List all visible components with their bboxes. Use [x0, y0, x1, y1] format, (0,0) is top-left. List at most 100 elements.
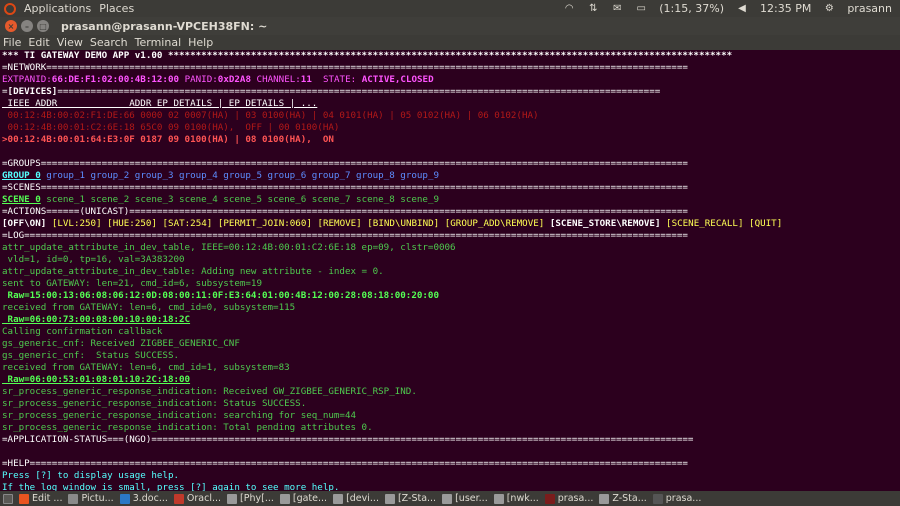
action-button[interactable]: [HUE:250]: [107, 218, 157, 229]
log-line: attr_update_attribute_in_dev_table, IEEE…: [2, 242, 456, 253]
taskbar-item[interactable]: [user...: [439, 493, 491, 504]
action-button[interactable]: [PERMIT_JOIN:060]: [218, 218, 312, 229]
device-row[interactable]: 00:12:4B:00:01:C2:6E:18 65C0 09 0100(HA)…: [2, 122, 900, 134]
gear-icon[interactable]: ⚙: [823, 3, 835, 14]
log-line: Raw=06:00:53:01:08:01:10:2C:18:00: [2, 374, 191, 385]
devices-list: 00:12:4B:00:02:F1:DE:66 0000 02 0007(HA)…: [2, 110, 900, 146]
menu-file[interactable]: File: [3, 36, 21, 49]
log-line: sr_process_generic_response_indication: …: [2, 386, 417, 397]
taskbar-item[interactable]: prasa...: [650, 493, 705, 504]
top-panel: Applications Places ◠ ⇅ ✉ ▭ (1:15, 37%) …: [0, 0, 900, 17]
taskbar-item-label: Edit ...: [32, 493, 63, 504]
app-icon: [19, 493, 29, 504]
taskbar-item-label: [nwk...: [506, 493, 539, 504]
terminal-area[interactable]: *** TI GATEWAY DEMO APP v1.00 **********…: [0, 50, 900, 491]
menu-edit[interactable]: Edit: [28, 36, 49, 49]
taskbar-item[interactable]: Pictu...: [65, 493, 116, 504]
show-desktop-button[interactable]: [0, 493, 16, 504]
devices-separator: =[DEVICES]==============================…: [2, 86, 661, 97]
taskbar-item-label: 3.doc...: [132, 493, 168, 504]
taskbar-item[interactable]: [Phy[...: [224, 493, 277, 504]
log-line: sr_process_generic_response_indication: …: [2, 410, 357, 421]
action-button[interactable]: [GROUP_ADD\REMOVE]: [445, 218, 545, 229]
taskbar-item[interactable]: [devi...: [330, 493, 382, 504]
close-icon[interactable]: ×: [5, 20, 17, 32]
taskbar-item[interactable]: [nwk...: [491, 493, 542, 504]
taskbar-item-label: [devi...: [346, 493, 379, 504]
groups-list[interactable]: group_1 group_2 group_3 group_4 group_5 …: [46, 170, 439, 181]
log-line: gs_generic_cnf: Received ZIGBEE_GENERIC_…: [2, 338, 240, 349]
log-separator: =LOG====================================…: [2, 230, 688, 241]
volume-icon[interactable]: ◀: [736, 3, 748, 14]
taskbar-item[interactable]: [gate...: [277, 493, 330, 504]
action-button[interactable]: [SCENE_STORE\REMOVE]: [550, 218, 661, 229]
taskbar-item[interactable]: 3.doc...: [117, 493, 171, 504]
menu-view[interactable]: View: [57, 36, 83, 49]
action-button[interactable]: [OFF\ON]: [2, 218, 46, 229]
battery-icon[interactable]: ▭: [635, 3, 647, 14]
taskbar-item-label: Oracl...: [186, 493, 222, 504]
device-row[interactable]: 00:12:4B:00:02:F1:DE:66 0000 02 0007(HA)…: [2, 110, 900, 122]
taskbar-item-label: [Z-Sta...: [397, 493, 437, 504]
network-info: EXTPANID:66:DE:F1:02:00:4B:12:00 PANID:0…: [2, 74, 434, 85]
action-button[interactable]: [SAT:254]: [163, 218, 213, 229]
devices-header: IEEE_ADDR ADDR EP DETAILS | EP DETAILS |…: [2, 98, 318, 109]
actions-separator: =ACTIONS======(UNICAST)=================…: [2, 206, 688, 217]
window-title-bar[interactable]: × – □ prasann@prasann-VPCEH38FN: ~: [0, 17, 900, 35]
taskbar-item[interactable]: Oracl...: [171, 493, 224, 504]
scene-selected[interactable]: SCENE_0: [2, 194, 41, 205]
menu-help[interactable]: Help: [188, 36, 213, 49]
help-line-2: If the log window is small, press [?] ag…: [2, 482, 340, 491]
groups-separator: =GROUPS=================================…: [2, 158, 688, 169]
scenes-list[interactable]: scene_1 scene_2 scene_3 scene_4 scene_5 …: [46, 194, 439, 205]
action-button[interactable]: [SCENE_RECALL]: [666, 218, 743, 229]
ubuntu-logo-icon[interactable]: [4, 2, 16, 15]
applications-menu[interactable]: Applications: [24, 2, 91, 15]
clock[interactable]: 12:35 PM: [760, 2, 811, 15]
groups-row: GROUP_0 group_1 group_2 group_3 group_4 …: [2, 170, 900, 182]
app-icon: [119, 493, 130, 504]
action-button[interactable]: [LVL:250]: [52, 218, 102, 229]
maximize-icon[interactable]: □: [37, 20, 49, 32]
help-separator: =HELP===================================…: [2, 458, 688, 469]
action-button[interactable]: [QUIT]: [749, 218, 782, 229]
taskbar-item[interactable]: Edit ...: [16, 493, 65, 504]
app-icon: [493, 493, 504, 504]
app-icon: [68, 493, 79, 504]
action-button[interactable]: [REMOVE]: [317, 218, 361, 229]
user-name[interactable]: prasann: [847, 2, 892, 15]
device-row[interactable]: >00:12:4B:00:01:64:E3:0F 0187 09 0100(HA…: [2, 134, 900, 146]
places-menu[interactable]: Places: [99, 2, 134, 15]
taskbar-item-label: prasa...: [557, 493, 594, 504]
log-line: attr_update_attribute_in_dev_table: Addi…: [2, 266, 384, 277]
minimize-icon[interactable]: –: [21, 20, 33, 32]
action-button[interactable]: [BIND\UNBIND]: [367, 218, 439, 229]
wifi-icon[interactable]: ◠: [563, 3, 575, 14]
app-icon: [279, 493, 290, 504]
app-icon: [599, 493, 610, 504]
battery-status[interactable]: (1:15, 37%): [659, 2, 724, 15]
taskbar-item-label: Pictu...: [81, 493, 114, 504]
menu-search[interactable]: Search: [90, 36, 128, 49]
taskbar-item[interactable]: Z-Sta...: [596, 493, 649, 504]
updown-arrows-icon[interactable]: ⇅: [587, 3, 599, 14]
mail-icon[interactable]: ✉: [611, 3, 623, 14]
help-line-1: Press [?] to display usage help.: [2, 470, 180, 481]
taskbar-item[interactable]: prasa...: [542, 493, 597, 504]
log-line: vld=1, id=0, tp=16, val=3A383200: [2, 254, 185, 265]
log-line: gs_generic_cnf: Status SUCCESS.: [2, 350, 180, 361]
log-line: Raw=06:00:73:00:08:00:10:00:18:2C: [2, 314, 191, 325]
log-line: received from GATEWAY: len=6, cmd_id=0, …: [2, 302, 296, 313]
menu-terminal[interactable]: Terminal: [135, 36, 182, 49]
log-line: sent to GATEWAY: len=21, cmd_id=6, subsy…: [2, 278, 262, 289]
scenes-separator: =SCENES=================================…: [2, 182, 688, 193]
menu-bar: File Edit View Search Terminal Help: [0, 35, 900, 50]
log-line: Calling confirmation callback: [2, 326, 163, 337]
app-icon: [652, 493, 663, 504]
taskbar-item[interactable]: [Z-Sta...: [382, 493, 439, 504]
log-line: sr_process_generic_response_indication: …: [2, 422, 373, 433]
group-selected[interactable]: GROUP_0: [2, 170, 41, 181]
log-line: sr_process_generic_response_indication: …: [2, 398, 307, 409]
